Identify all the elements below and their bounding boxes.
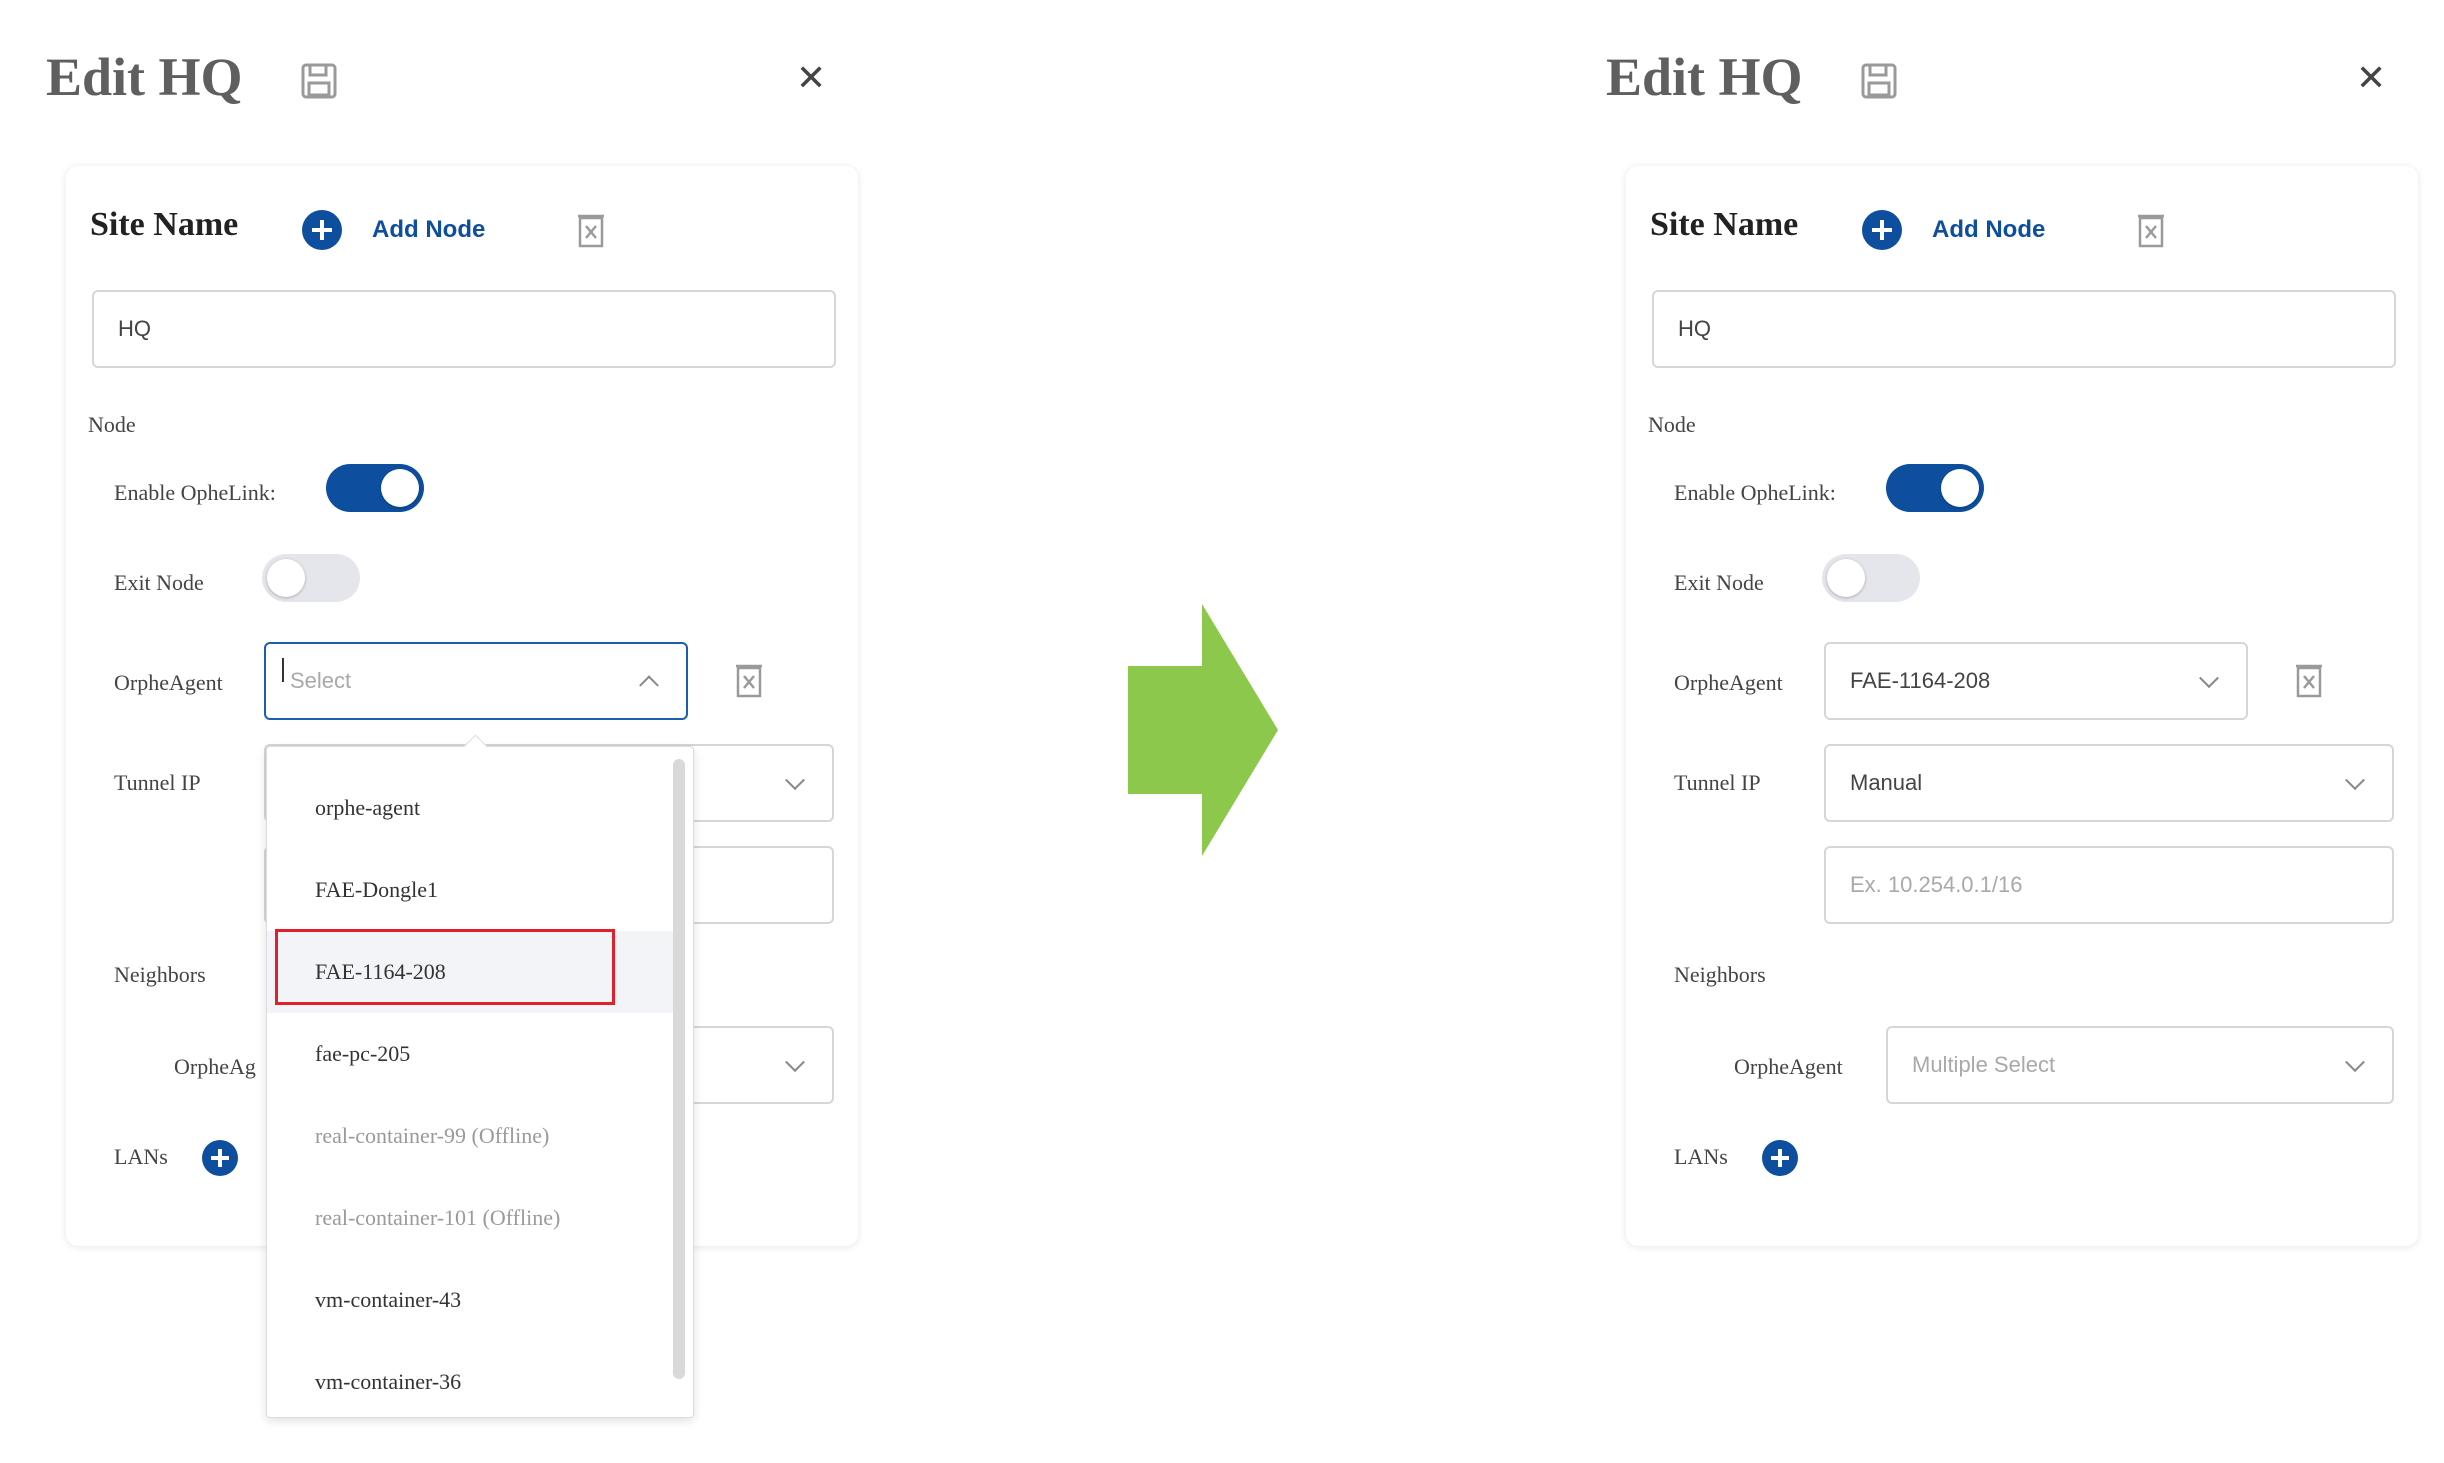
enable-orphelink-toggle[interactable]	[326, 464, 424, 512]
site-card: Site Name Add Node HQ Node Enable OpheLi…	[1626, 166, 2418, 1246]
site-name-input[interactable]: HQ	[92, 290, 836, 368]
neighbors-label: Neighbors	[114, 962, 206, 987]
site-name-label: Site Name	[90, 206, 239, 243]
tunnel-ip-input[interactable]: Ex. 10.254.0.1/16	[1824, 846, 2394, 924]
orphe-agent-select[interactable]: Select	[264, 642, 688, 720]
node-label: Node	[88, 412, 136, 437]
orphe-agent-label: OrpheAgent	[1674, 670, 1783, 695]
trash-icon[interactable]	[2138, 212, 2164, 248]
tunnel-ip-value: Manual	[1850, 770, 1923, 795]
orphe-agent-dropdown: orphe-agent FAE-Dongle1 FAE-1164-208 fae…	[266, 734, 694, 1418]
chevron-down-icon	[2199, 668, 2219, 689]
right-arrow-icon	[1128, 604, 1278, 856]
exit-node-label: Exit Node	[1674, 570, 1764, 595]
after-panel: Edit HQ ✕ Site Name Add Node HQ Node Ena…	[1560, 0, 2440, 1463]
chevron-up-icon	[639, 675, 659, 696]
chevron-down-icon	[785, 770, 805, 791]
tunnel-ip-select[interactable]: Manual	[1824, 744, 2394, 822]
toggle-knob	[1827, 559, 1865, 597]
dropdown-option-offline[interactable]: real-container-101 (Offline)	[267, 1177, 679, 1259]
site-name-value: HQ	[118, 316, 151, 341]
add-node-button[interactable]: Add Node	[372, 216, 485, 244]
save-icon[interactable]	[1860, 62, 1898, 100]
lans-label: LANs	[1674, 1144, 1728, 1169]
enable-orphelink-label: Enable OpheLink:	[1674, 480, 1836, 505]
add-node-icon[interactable]	[302, 210, 342, 250]
neighbors-label: Neighbors	[1674, 962, 1766, 987]
neighbors-agent-placeholder: Multiple Select	[1912, 1052, 2056, 1077]
save-icon[interactable]	[300, 62, 338, 100]
toggle-knob	[381, 469, 419, 507]
trash-icon[interactable]	[736, 662, 762, 698]
dropdown-option[interactable]: orphe-agent	[267, 767, 679, 849]
tunnel-ip-label: Tunnel IP	[114, 770, 201, 795]
node-label: Node	[1648, 412, 1696, 437]
exit-node-toggle[interactable]	[262, 554, 360, 602]
close-icon[interactable]: ✕	[2356, 60, 2386, 96]
orphe-agent-select[interactable]: FAE-1164-208	[1824, 642, 2248, 720]
before-panel: Edit HQ ✕ Site Name Add Node HQ Node Ena…	[0, 0, 880, 1463]
neighbors-agent-select[interactable]: Multiple Select	[1886, 1026, 2394, 1104]
enable-orphelink-label: Enable OpheLink:	[114, 480, 276, 505]
close-icon[interactable]: ✕	[796, 60, 826, 96]
chevron-down-icon	[2345, 770, 2365, 791]
dropdown-option[interactable]: FAE-Dongle1	[267, 849, 679, 931]
add-lan-icon[interactable]	[202, 1140, 238, 1176]
page-title: Edit HQ	[1606, 47, 1803, 107]
orphe-agent-value: FAE-1164-208	[1850, 668, 1991, 693]
enable-orphelink-toggle[interactable]	[1886, 464, 1984, 512]
dropdown-scrollbar[interactable]	[673, 759, 685, 1379]
exit-node-label: Exit Node	[114, 570, 204, 595]
toggle-knob	[267, 559, 305, 597]
chevron-down-icon	[2345, 1052, 2365, 1073]
add-node-icon[interactable]	[1862, 210, 1902, 250]
orphe-agent-label: OrpheAgent	[114, 670, 223, 695]
page-title: Edit HQ	[46, 47, 243, 107]
chevron-down-icon	[785, 1052, 805, 1073]
add-lan-icon[interactable]	[1762, 1140, 1798, 1176]
lans-label: LANs	[114, 1144, 168, 1169]
exit-node-toggle[interactable]	[1822, 554, 1920, 602]
site-name-label: Site Name	[1650, 206, 1799, 243]
tunnel-ip-placeholder: Ex. 10.254.0.1/16	[1850, 872, 2023, 897]
site-name-input[interactable]: HQ	[1652, 290, 2396, 368]
dropdown-option[interactable]: vm-container-36	[267, 1341, 679, 1423]
trash-icon[interactable]	[578, 212, 604, 248]
dropdown-option[interactable]: fae-pc-205	[267, 1013, 679, 1095]
selection-highlight-box	[275, 929, 615, 1005]
text-caret	[282, 658, 284, 682]
site-name-value: HQ	[1678, 316, 1711, 341]
neighbors-agent-label: OrpheAgent	[1734, 1054, 1843, 1079]
trash-icon[interactable]	[2296, 662, 2322, 698]
dropdown-option-offline[interactable]: real-container-99 (Offline)	[267, 1095, 679, 1177]
add-node-button[interactable]: Add Node	[1932, 216, 2045, 244]
toggle-knob	[1941, 469, 1979, 507]
dropdown-option[interactable]: vm-container-43	[267, 1259, 679, 1341]
tunnel-ip-label: Tunnel IP	[1674, 770, 1761, 795]
orphe-agent-placeholder: Select	[290, 668, 352, 693]
neighbors-agent-label: OrpheAg	[174, 1054, 256, 1079]
